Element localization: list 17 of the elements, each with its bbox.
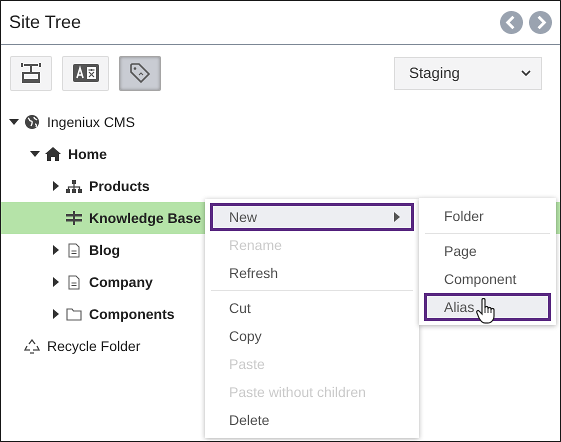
menu-item[interactable]: Refresh (205, 259, 419, 287)
menu-item[interactable]: Delete (205, 406, 419, 434)
menu-item[interactable]: Component (419, 265, 556, 293)
menu-item[interactable]: Copy (205, 322, 419, 350)
menu-item[interactable]: New (210, 203, 414, 231)
tree-item[interactable]: Products (1, 170, 156, 202)
tree-item[interactable]: Company (1, 266, 159, 298)
tree-item[interactable]: Home (1, 138, 113, 170)
panel-title: Site Tree (9, 12, 82, 33)
tree-item[interactable]: Components (1, 298, 181, 330)
menu-item[interactable]: Folder (419, 202, 556, 230)
tree-item[interactable]: Recycle Folder (1, 330, 146, 362)
tree-item[interactable]: Blog (1, 234, 126, 266)
tree-item[interactable]: Ingeniux CMS (1, 106, 141, 138)
menu-item[interactable]: Page (419, 237, 556, 265)
menu-item[interactable]: Cut (205, 294, 419, 322)
environment-dropdown[interactable]: Staging (394, 56, 542, 90)
